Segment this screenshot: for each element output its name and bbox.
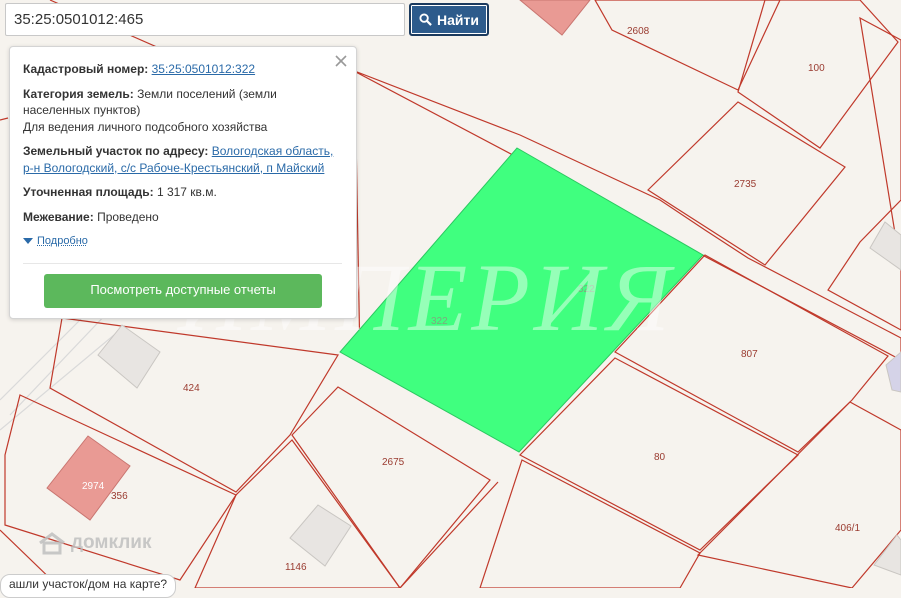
survey-value: Проведено [97,210,159,224]
plot-label: 80 [654,452,666,463]
survey-row: Межевание: Проведено [23,209,342,226]
plot-label: 2974 [82,481,105,492]
plot-label: 424 [183,383,200,394]
category-row: Категория земель: Земли поселений (земли… [23,86,342,136]
search-icon [419,13,432,26]
cadastral-label: Кадастровый номер: [23,62,148,76]
plot-label: 356 [111,491,128,502]
plot-label: 406/1 [835,523,860,534]
cadastral-row: Кадастровый номер: 35:25:0501012:322 [23,61,342,78]
area-value: 1 317 кв.м. [157,185,217,199]
search-input[interactable] [5,3,405,36]
usage-value: Для ведения личного подсобного хозяйства [23,120,267,134]
area-label: Уточненная площадь: [23,185,154,199]
cadastral-link[interactable]: 35:25:0501012:322 [152,62,255,76]
area-row: Уточненная площадь: 1 317 кв.м. [23,184,342,201]
survey-label: Межевание: [23,210,94,224]
plot-label: 2735 [734,179,757,190]
plot-label: 100 [808,63,825,74]
divider [23,263,342,264]
details-toggle[interactable]: Подробно [23,233,342,250]
search-button[interactable]: Найти [409,3,489,36]
details-label: Подробно [37,233,88,250]
plot-label: 807 [741,349,758,360]
search-button-label: Найти [437,12,479,28]
plot-label: 1146 [285,562,307,573]
plot-label: 322 [431,316,448,327]
close-icon[interactable] [334,54,348,68]
category-label: Категория земель: [23,87,134,101]
view-reports-button[interactable]: Посмотреть доступные отчеты [44,274,322,308]
plot-label: 2675 [382,457,405,468]
address-label: Земельный участок по адресу: [23,144,208,158]
plot-label: 2608 [627,26,650,37]
address-row: Земельный участок по адресу: Вологодская… [23,143,342,176]
plot-info-popup: Кадастровый номер: 35:25:0501012:322 Кат… [9,46,357,319]
caret-down-icon [23,238,33,244]
plot-label: 322 [578,284,595,295]
bottom-hint[interactable]: ашли участок/дом на карте? [0,574,176,598]
